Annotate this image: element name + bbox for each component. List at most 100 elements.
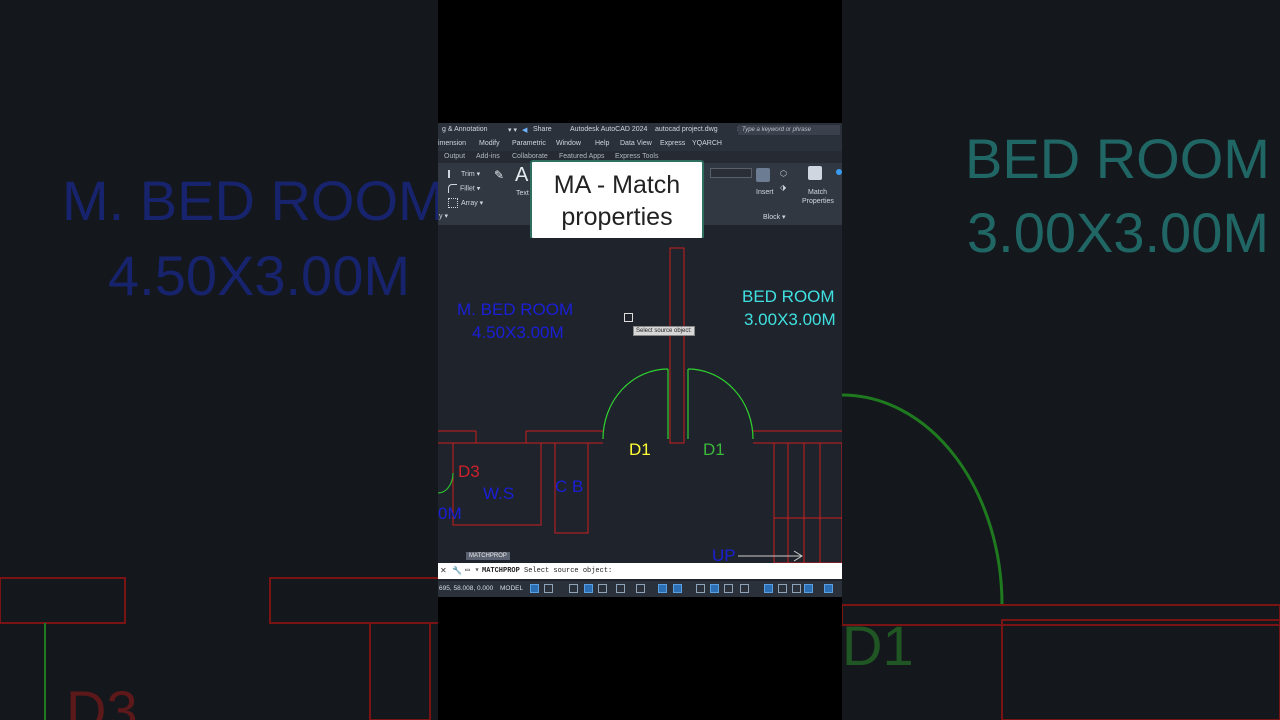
trim-icon [448,170,458,179]
close-icon[interactable]: ✕ [440,566,447,575]
lineweight-icon[interactable] [696,584,705,593]
menu-data-view[interactable]: Data View [620,140,652,147]
app-title: Autodesk AutoCAD 2024 [570,126,648,133]
block-panel-label[interactable]: Block ▾ [763,213,786,221]
match-properties-icon[interactable] [808,166,822,180]
customize-icon[interactable]: 🔧 [452,566,462,576]
cb-label: C B [555,477,584,496]
tracking-icon[interactable] [636,584,645,593]
bed-room-size: 3.00X3.00M [744,310,836,329]
background-left-panel: M. BED ROOM 4.50X3.00M D3 [0,0,438,720]
match-properties-label-1: Match [808,189,828,196]
mbed-room-size: 4.50X3.00M [472,323,564,342]
tab-add-ins[interactable]: Add-ins [476,153,500,160]
modify-panel-label[interactable]: y ▾ [439,212,448,220]
pencil-icon[interactable]: ✎ [494,168,504,182]
grid-icon[interactable] [530,584,539,593]
fillet-button[interactable]: Fillet ▾ [448,184,480,193]
mbed-room-name: M. BED ROOM [457,300,574,319]
units-icon[interactable] [764,584,773,593]
block-attr-icon[interactable]: ⬗ [780,183,786,192]
quick-properties-icon[interactable] [778,584,787,593]
trim-label: Trim [461,171,475,178]
text-label: Text [516,190,529,197]
3d-osnap-icon[interactable] [673,584,682,593]
menu-yqarch[interactable]: YQARCH [692,140,722,147]
bg-mbed-name: M. BED ROOM [62,169,438,232]
annotation-scale-icon[interactable] [824,584,833,593]
workspace-selector[interactable]: g & Annotation [442,126,488,133]
search-input[interactable]: Type a keyword or phrase [738,125,840,135]
partial-size-label: 0M [438,504,462,523]
command-name: MATCHPROP [482,567,520,575]
snap-icon[interactable] [544,584,553,593]
transparency-icon[interactable] [710,584,719,593]
trim-button[interactable]: Trim ▾ [448,170,480,179]
pickbox-cursor [624,313,633,322]
bed-room-name: BED ROOM [742,287,835,306]
overlay-line-2: properties [561,203,673,231]
block-edit-icon[interactable]: ⬡ [780,169,787,178]
menu-express[interactable]: Express [660,140,685,147]
tab-express-tools[interactable]: Express Tools [615,153,658,160]
fillet-label: Fillet [460,185,475,193]
fillet-icon [448,184,457,193]
title-bar: g & Annotation ▾ ▾ ◀ Share Autodesk Auto… [438,123,842,137]
workspace-dropdown-icon[interactable]: ▾ ▾ [508,126,517,134]
polar-icon[interactable] [598,584,607,593]
model-space-button[interactable]: MODEL [500,585,523,592]
share-button[interactable]: Share [533,126,552,133]
menu-modify[interactable]: Modify [479,140,500,147]
color-wheel-icon[interactable] [836,169,842,175]
menu-window[interactable]: Window [556,140,581,147]
tab-featured-apps[interactable]: Featured Apps [559,153,605,160]
door-d1-left: D1 [629,440,651,459]
osnap-icon[interactable] [658,584,667,593]
command-history: MATCHPROP [466,552,510,560]
shortcut-overlay: MA - Match properties [530,160,704,240]
background-left-walls [0,577,438,720]
coordinates-readout: 695, 58.008, 0.000 [439,585,494,592]
background-right-walls [842,393,1280,720]
bg-bed-size: 3.00X3.00M [967,201,1269,264]
bg-d3-label: D3 [66,679,138,720]
isometric-icon[interactable] [616,584,625,593]
ws-label: W.S [483,484,515,503]
infer-icon[interactable] [569,584,578,593]
file-name: autocad project.dwg [655,126,718,133]
array-label: Array [461,199,478,207]
layer-dropdown[interactable] [710,168,752,178]
overlay-line-1: MA - Match [553,171,681,199]
command-icon[interactable]: ▭ ▾ [465,565,479,575]
drawing-canvas[interactable]: M. BED ROOM 4.50X3.00M BED ROOM 3.00X3.0… [438,238,842,565]
menu-help[interactable]: Help [595,140,609,147]
annotation-monitor-icon[interactable] [740,584,749,593]
share-icon: ◀ [522,127,528,134]
bg-mbed-size: 4.50X3.00M [108,244,410,307]
door-d3: D3 [458,462,480,481]
array-icon [448,198,458,208]
background-right-panel: BED ROOM 3.00X3.00M D1 [842,0,1280,720]
ortho-icon[interactable] [584,584,593,593]
command-prompt: Select source object: [524,567,613,575]
bg-d1-label: D1 [842,614,914,677]
door-d1-right: D1 [703,440,725,459]
menu-parametric[interactable]: Parametric [512,140,546,147]
insert-icon[interactable] [756,168,770,182]
status-bar: 695, 58.008, 0.000 MODEL [438,581,842,597]
cursor-prompt-tooltip: Select source object: [633,326,695,336]
text-icon[interactable]: A [515,164,528,187]
tab-collaborate[interactable]: Collaborate [512,153,548,160]
selection-cycling-icon[interactable] [724,584,733,593]
bg-bed-name: BED ROOM [965,127,1270,190]
array-button[interactable]: Array ▾ [448,198,483,208]
match-properties-label-2: Properties [802,198,834,205]
menu-bar: imension Modify Parametric Window Help D… [438,137,842,151]
lock-ui-icon[interactable] [792,584,801,593]
autocad-window: g & Annotation ▾ ▾ ◀ Share Autodesk Auto… [438,123,842,597]
insert-label: Insert [756,189,774,196]
isolate-objects-icon[interactable] [804,584,813,593]
command-line[interactable]: ✕ 🔧 ▭ ▾ MATCHPROP Select source object: [438,563,842,579]
menu-dimension[interactable]: imension [438,140,466,147]
tab-output[interactable]: Output [444,153,465,160]
